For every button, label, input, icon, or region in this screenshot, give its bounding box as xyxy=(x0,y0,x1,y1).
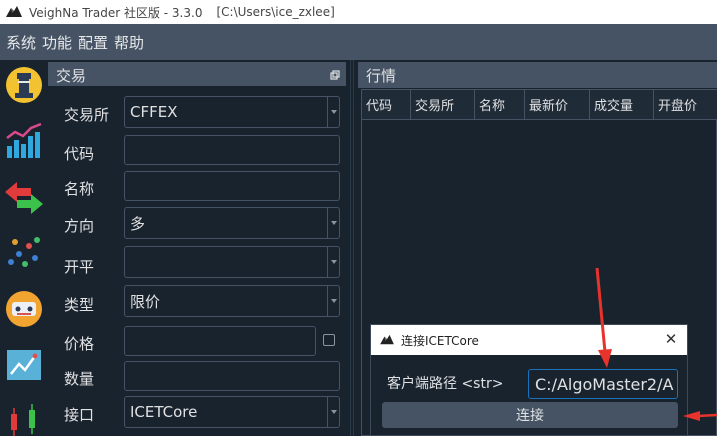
dialog-title: 连接ICETCore xyxy=(401,333,479,348)
price-input[interactable] xyxy=(124,326,316,356)
trade-panel: 交易所 CFFEX 代码 名称 方向 多 开平 类型 限价 价格 数量 接口 I… xyxy=(48,86,346,436)
menu-bar: 系统 功能 配置 帮助 xyxy=(0,24,717,60)
menu-config[interactable]: 配置 xyxy=(78,32,108,53)
gateway-label: 接口 xyxy=(64,406,95,424)
volume-label: 数量 xyxy=(64,370,95,388)
column-header-volume[interactable]: 成交量 xyxy=(590,90,654,120)
exchange-arrows-icon[interactable] xyxy=(3,176,45,218)
column-header-exchange[interactable]: 交易所 xyxy=(411,90,475,120)
order-type-label: 类型 xyxy=(64,296,95,314)
connect-dialog: 连接ICETCore ✕ 客户端路径 <str> C:/AlgoMaster2/… xyxy=(370,324,688,436)
client-path-input[interactable]: C:/AlgoMaster2/A xyxy=(528,369,678,399)
menu-functions[interactable]: 功能 xyxy=(42,32,72,53)
window-titlebar: VeighNa Trader 社区版 - 3.3.0 [C:\Users\ice… xyxy=(0,0,717,24)
trade-dock-title: 交易 xyxy=(48,62,346,88)
robot-icon[interactable] xyxy=(3,288,45,330)
gateway-select[interactable]: ICETCore xyxy=(124,396,340,428)
offset-label: 开平 xyxy=(64,258,95,276)
exchange-value: CFFEX xyxy=(130,103,178,121)
candlestick-icon[interactable] xyxy=(3,400,45,436)
direction-label: 方向 xyxy=(64,217,95,235)
window-title: VeighNa Trader 社区版 - 3.3.0 xyxy=(29,5,203,20)
exchange-select[interactable]: CFFEX xyxy=(124,96,340,128)
trade-title: 交易 xyxy=(56,66,87,85)
close-icon[interactable]: ✕ xyxy=(663,331,679,347)
chevron-down-icon xyxy=(327,397,339,427)
chess-rook-icon[interactable] xyxy=(3,64,45,106)
order-type-select[interactable]: 限价 xyxy=(124,285,340,317)
name-input[interactable] xyxy=(124,171,340,201)
symbol-input[interactable] xyxy=(124,135,340,165)
window-path: [C:\Users\ice_zxlee] xyxy=(216,5,335,19)
direction-value: 多 xyxy=(130,214,146,233)
gateway-value: ICETCore xyxy=(130,403,198,421)
volume-input[interactable] xyxy=(124,361,340,391)
order-type-value: 限价 xyxy=(130,292,161,311)
exchange-label: 交易所 xyxy=(64,106,110,124)
client-path-label: 客户端路径 <str> xyxy=(387,376,504,392)
chevron-down-icon xyxy=(327,286,339,316)
direction-select[interactable]: 多 xyxy=(124,207,340,239)
bar-chart-icon[interactable] xyxy=(3,120,45,162)
column-header-last-price[interactable]: 最新价 xyxy=(525,90,590,120)
offset-select[interactable] xyxy=(124,246,340,278)
menu-help[interactable]: 帮助 xyxy=(114,32,144,53)
chevron-down-icon xyxy=(327,97,339,127)
column-header-open-price[interactable]: 开盘价 xyxy=(654,90,717,120)
dock-splitter[interactable] xyxy=(346,60,358,436)
chevron-down-icon xyxy=(327,208,339,238)
market-title: 行情 xyxy=(366,66,397,85)
price-label: 价格 xyxy=(64,335,95,353)
float-dock-icon[interactable] xyxy=(330,70,340,80)
left-toolbar xyxy=(0,60,48,436)
app-logo-icon xyxy=(380,334,394,345)
connect-button[interactable]: 连接 xyxy=(382,402,678,428)
column-header-name[interactable]: 名称 xyxy=(475,90,525,120)
algo-chart-icon[interactable] xyxy=(3,344,45,386)
dialog-titlebar: 连接ICETCore ✕ xyxy=(371,325,687,355)
market-dock-title: 行情 xyxy=(358,62,717,88)
price-checkbox[interactable] xyxy=(323,334,335,346)
scatter-dots-icon[interactable] xyxy=(3,232,45,274)
market-table-header: 代码 交易所 名称 最新价 成交量 开盘价 xyxy=(362,90,717,120)
chevron-down-icon xyxy=(327,247,339,277)
menu-system[interactable]: 系统 xyxy=(6,32,36,53)
name-label: 名称 xyxy=(64,180,95,198)
column-header-symbol[interactable]: 代码 xyxy=(362,90,411,120)
client-path-value: C:/AlgoMaster2/A xyxy=(535,374,674,394)
symbol-label: 代码 xyxy=(64,145,95,163)
app-logo-icon xyxy=(6,6,22,17)
